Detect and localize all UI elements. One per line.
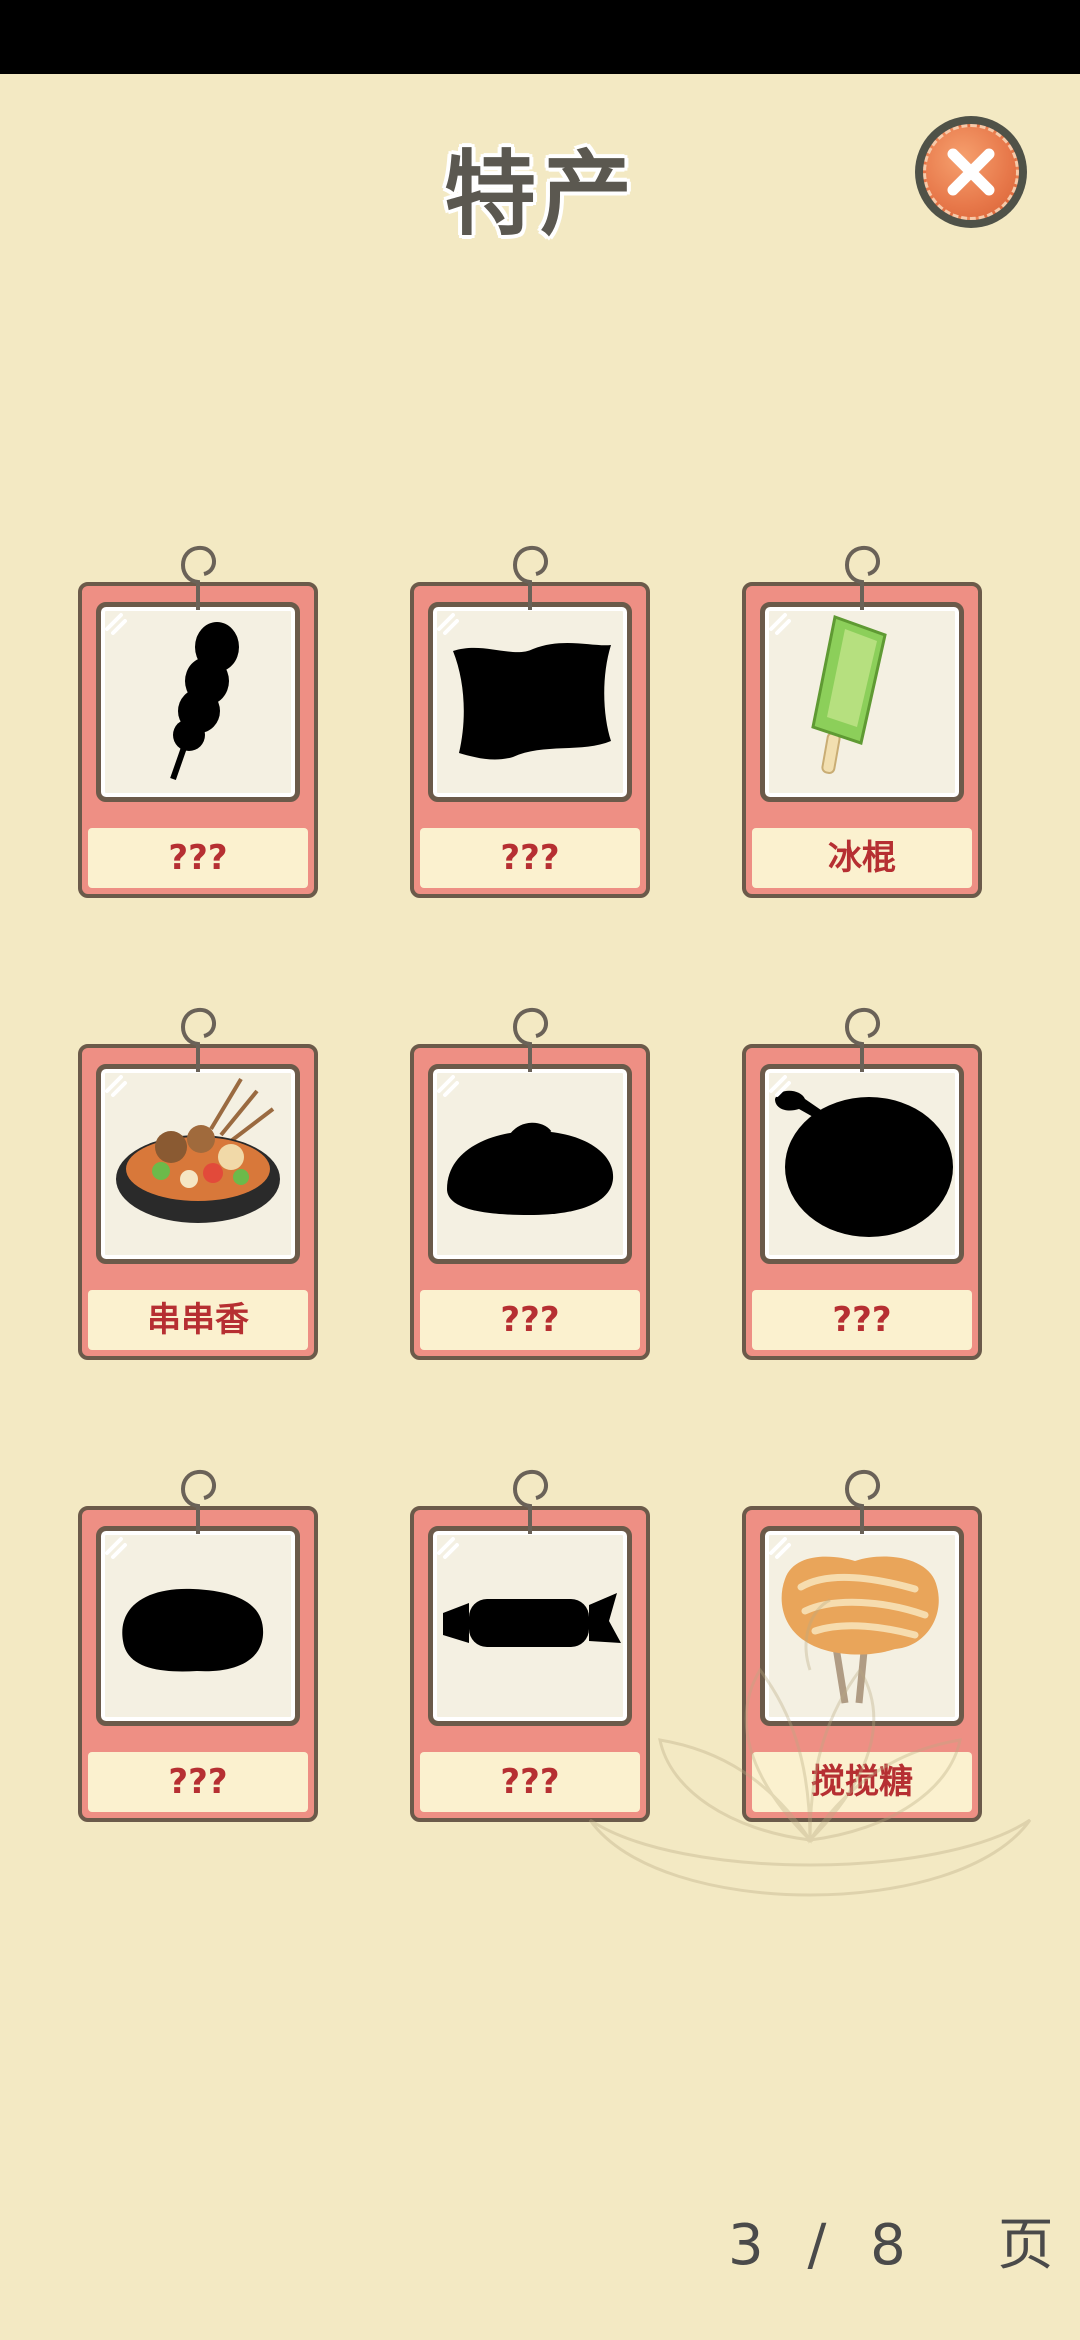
hook-icon <box>181 545 216 610</box>
card-image <box>428 602 632 802</box>
current-page: 3 <box>728 2213 764 2278</box>
card-label: ??? <box>420 828 640 888</box>
gloss-icon <box>437 613 459 635</box>
hook-icon <box>513 1469 548 1534</box>
collection-card-5[interactable]: ??? <box>410 1007 650 1360</box>
total-pages: 8 <box>870 2213 906 2278</box>
card-image <box>96 1526 300 1726</box>
page-unit: 页 <box>997 2213 1054 2278</box>
card-label: ??? <box>752 1290 972 1350</box>
card-label: 串串香 <box>88 1290 308 1350</box>
page-separator: / <box>807 2213 827 2278</box>
collection-card-3[interactable]: 冰棍 <box>742 545 982 898</box>
card-image <box>428 1064 632 1264</box>
status-bar <box>0 0 1080 74</box>
card-image <box>96 602 300 802</box>
hook-icon <box>513 545 548 610</box>
card-label: 冰棍 <box>752 828 972 888</box>
hook-icon <box>181 1469 216 1534</box>
collection-card-2[interactable]: ??? <box>410 545 650 898</box>
hook-icon <box>845 545 880 610</box>
collection-card-7[interactable]: ??? <box>78 1469 318 1822</box>
gloss-icon <box>105 613 127 635</box>
gloss-icon <box>769 1075 791 1097</box>
card-image <box>96 1064 300 1264</box>
hook-icon <box>513 1007 548 1072</box>
gloss-icon <box>769 613 791 635</box>
card-image <box>760 1064 964 1264</box>
card-label: ??? <box>420 1290 640 1350</box>
close-button[interactable] <box>915 116 1027 228</box>
hook-icon <box>845 1007 880 1072</box>
card-image <box>760 602 964 802</box>
hook-icon <box>845 1469 880 1534</box>
collection-card-4[interactable]: 串串香 <box>78 1007 318 1360</box>
gloss-icon <box>105 1537 127 1559</box>
gloss-icon <box>437 1537 459 1559</box>
gloss-icon <box>437 1075 459 1097</box>
lotus-watermark-icon <box>588 1598 1032 1897</box>
card-label: ??? <box>88 1752 308 1812</box>
card-label: ??? <box>88 828 308 888</box>
collection-card-1[interactable]: ??? <box>78 545 318 898</box>
close-x-icon <box>947 148 995 196</box>
page-indicator: 3 / 8 页 <box>728 2200 1054 2281</box>
gloss-icon <box>769 1537 791 1559</box>
collection-card-6[interactable]: ??? <box>742 1007 982 1360</box>
gloss-icon <box>105 1075 127 1097</box>
hook-icon <box>181 1007 216 1072</box>
